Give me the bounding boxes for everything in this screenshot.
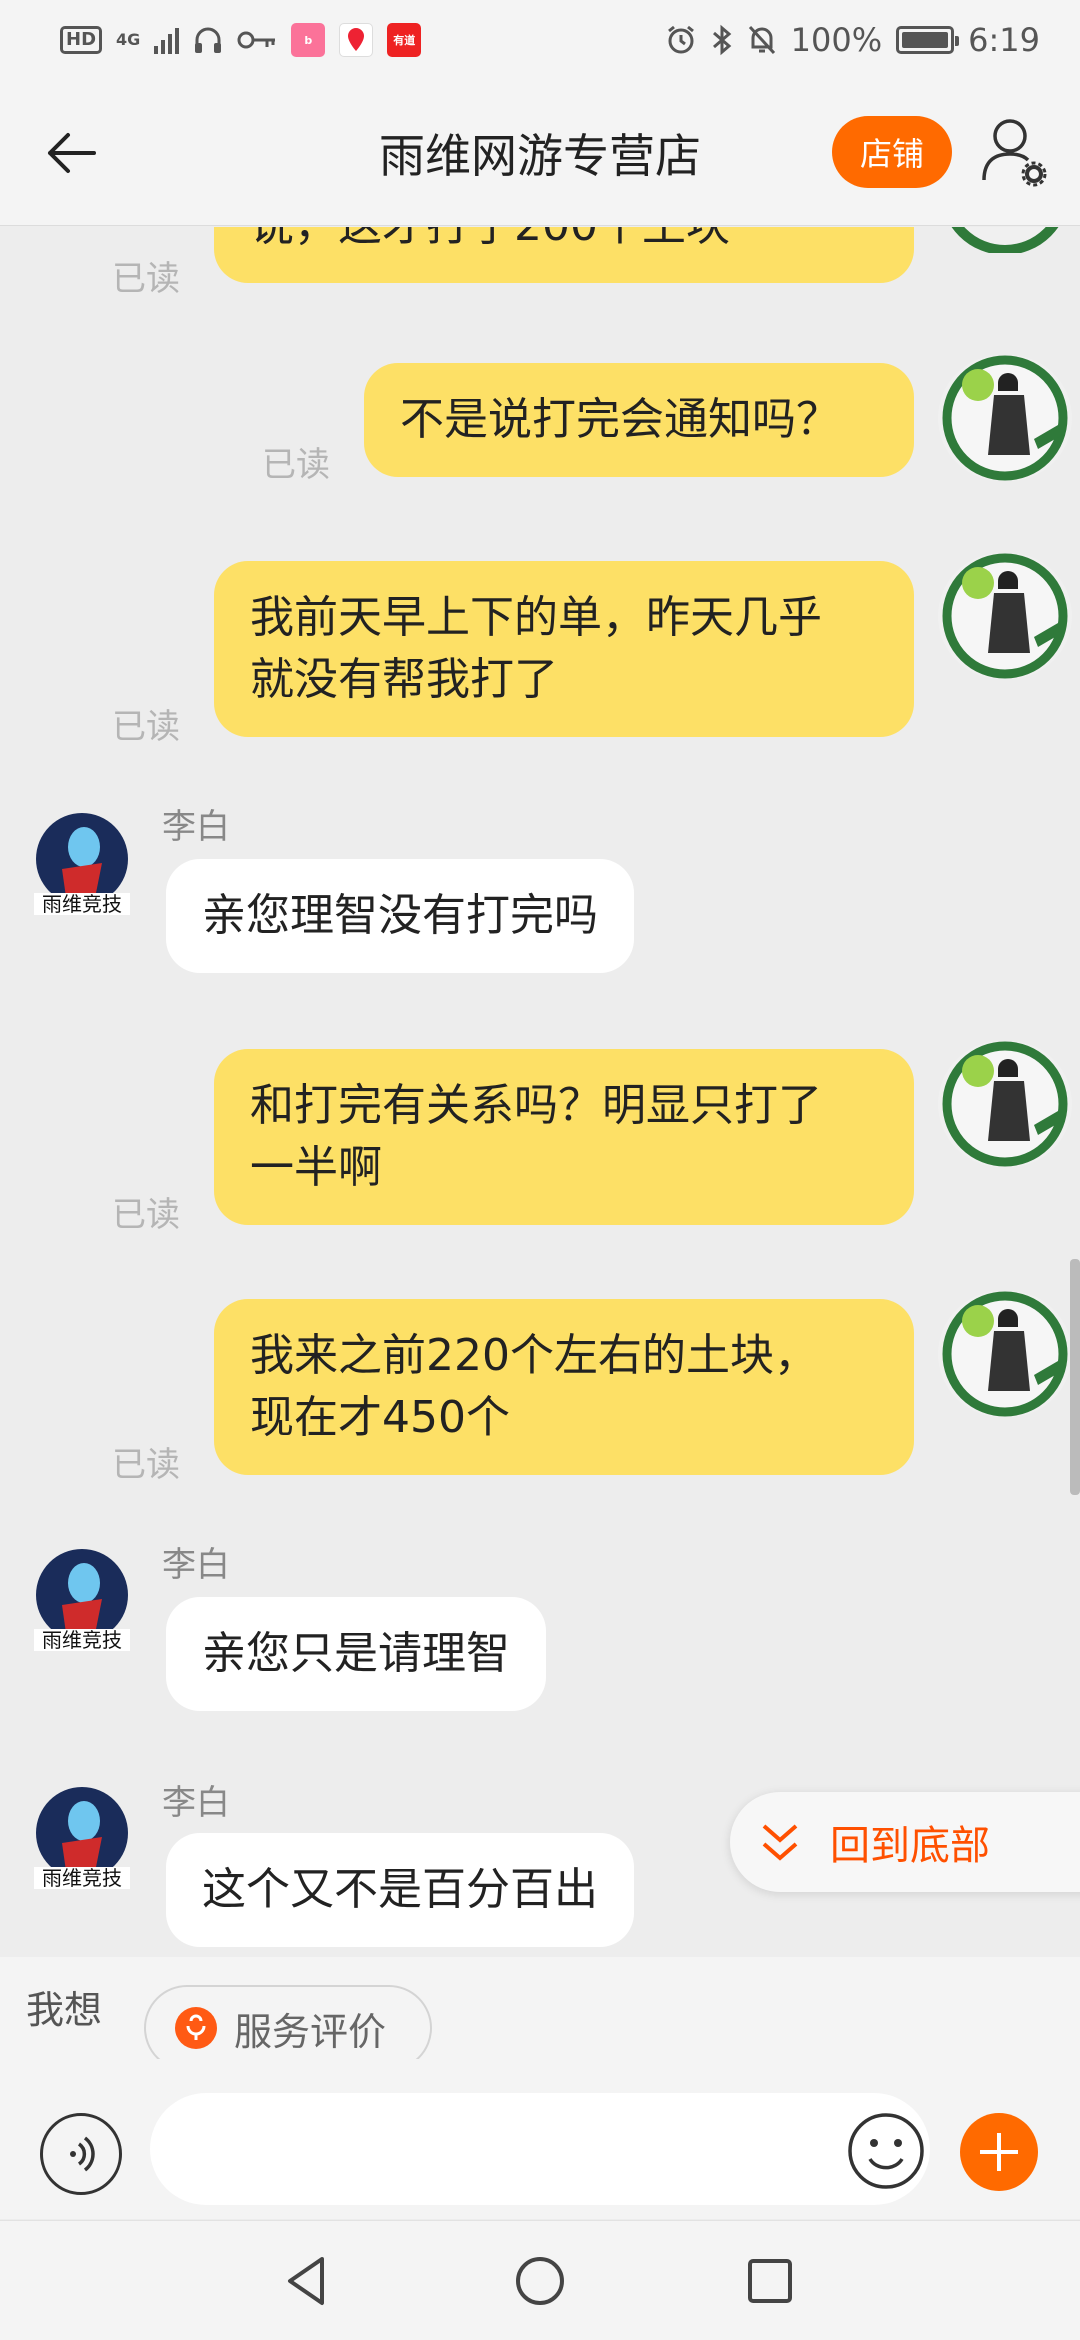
maps-icon	[339, 23, 374, 57]
4g-icon: 4G	[116, 30, 141, 49]
status-right: 100% 6:19	[665, 21, 1040, 59]
svg-text:雨维竞技: 雨维竞技	[42, 1866, 122, 1890]
status-left: HD 4G b 有道	[60, 23, 422, 57]
message-input[interactable]	[150, 2093, 930, 2205]
shop-avatar[interactable]: 雨维竞技	[32, 1781, 132, 1905]
signal-icon	[154, 26, 180, 54]
key-icon	[237, 31, 276, 49]
system-nav-bar	[0, 2220, 1080, 2340]
message-bubble-mine[interactable]: 我前天早上下的单，昨天几乎 就没有帮我打了	[214, 561, 914, 737]
nav-recents-icon[interactable]	[740, 2251, 800, 2311]
emoji-icon[interactable]	[846, 2111, 926, 2191]
chat-messages[interactable]: 说，这才打了200个土块 已读 不是说打完会通知吗？ 已读 我前天早上下的单，昨…	[0, 227, 1080, 1957]
status-time: 6:19	[968, 21, 1040, 59]
message-text-line: 一半啊	[250, 1142, 382, 1193]
double-chevron-down-icon	[762, 1824, 798, 1861]
alarm-icon	[667, 25, 694, 54]
my-avatar[interactable]	[938, 227, 1072, 255]
shop-avatar[interactable]: 雨维竞技	[32, 807, 132, 931]
read-receipt: 已读	[262, 445, 330, 485]
read-receipt: 已读	[112, 259, 180, 299]
svg-text:雨维竞技: 雨维竞技	[42, 892, 122, 916]
battery-percent: 100%	[790, 21, 883, 59]
sender-name: 李白	[162, 807, 230, 847]
nav-home-icon[interactable]	[510, 2251, 570, 2311]
status-bar: HD 4G b 有道 100% 6:19	[0, 0, 1080, 80]
sender-name: 李白	[162, 1783, 230, 1823]
store-button[interactable]: 店铺	[832, 116, 952, 188]
message-bubble-mine[interactable]: 不是说打完会通知吗？	[364, 363, 914, 477]
mute-bell-icon	[748, 25, 775, 55]
headphones-icon	[195, 27, 222, 53]
scrollbar-thumb[interactable]	[1070, 1259, 1080, 1495]
read-receipt: 已读	[112, 1445, 180, 1485]
message-text-line: 现在才450个	[250, 1392, 510, 1443]
message-text-line: 就没有帮我打了	[250, 654, 558, 705]
voice-icon	[70, 2136, 95, 2172]
my-avatar[interactable]	[938, 1291, 1072, 1417]
my-avatar[interactable]	[938, 553, 1072, 679]
message-text-line: 我来之前220个左右的土块，	[250, 1330, 818, 1381]
message-text-line: 和打完有关系吗？明显只打了	[250, 1080, 822, 1131]
plus-icon	[980, 2133, 1018, 2171]
chat-header: 雨维网游专营店 店铺	[0, 80, 1080, 226]
hd-icon: HD	[60, 26, 103, 54]
message-bubble-theirs[interactable]: 这个又不是百分百出	[166, 1833, 634, 1947]
nav-back-icon[interactable]	[278, 2251, 338, 2311]
message-bubble-mine[interactable]: 说，这才打了200个土块	[214, 227, 914, 283]
read-receipt: 已读	[112, 1195, 180, 1235]
back-to-bottom-button[interactable]: 回到底部	[730, 1792, 1080, 1892]
message-text: 不是说打完会通知吗？	[400, 394, 840, 445]
message-text-line: 我前天早上下的单，昨天几乎	[250, 592, 822, 643]
battery-icon	[896, 26, 960, 54]
message-bubble-theirs[interactable]: 亲您只是请理智	[166, 1597, 546, 1711]
my-avatar[interactable]	[938, 355, 1072, 481]
shop-avatar[interactable]: 雨维竞技	[32, 1543, 132, 1667]
message-text: 这个又不是百分百出	[202, 1864, 598, 1915]
message-bubble-theirs[interactable]: 亲您理智没有打完吗	[166, 859, 634, 973]
message-bubble-mine[interactable]: 我来之前220个左右的土块， 现在才450个	[214, 1299, 914, 1475]
voice-input-button[interactable]	[40, 2113, 122, 2195]
flower-icon	[175, 2007, 217, 2049]
quick-label: 我想	[26, 1988, 103, 2032]
message-text: 说，这才打了200个土块	[250, 227, 730, 251]
back-to-bottom-label: 回到底部	[830, 1823, 990, 1869]
message-text: 亲您只是请理智	[202, 1628, 510, 1679]
message-bubble-mine[interactable]: 和打完有关系吗？明显只打了 一半啊	[214, 1049, 914, 1225]
chip-label: 服务评价	[234, 2009, 387, 2054]
svg-text:雨维竞技: 雨维竞技	[42, 1628, 122, 1652]
more-actions-button[interactable]	[960, 2113, 1038, 2191]
read-receipt: 已读	[112, 707, 180, 747]
youdao-icon: 有道	[387, 23, 422, 57]
bilibili-icon: b	[291, 23, 326, 57]
input-row	[0, 2059, 1080, 2219]
message-text: 亲您理智没有打完吗	[202, 890, 598, 941]
my-avatar[interactable]	[938, 1041, 1072, 1167]
user-settings-icon[interactable]	[980, 114, 1050, 190]
sender-name: 李白	[162, 1545, 230, 1585]
bluetooth-icon	[712, 24, 731, 56]
